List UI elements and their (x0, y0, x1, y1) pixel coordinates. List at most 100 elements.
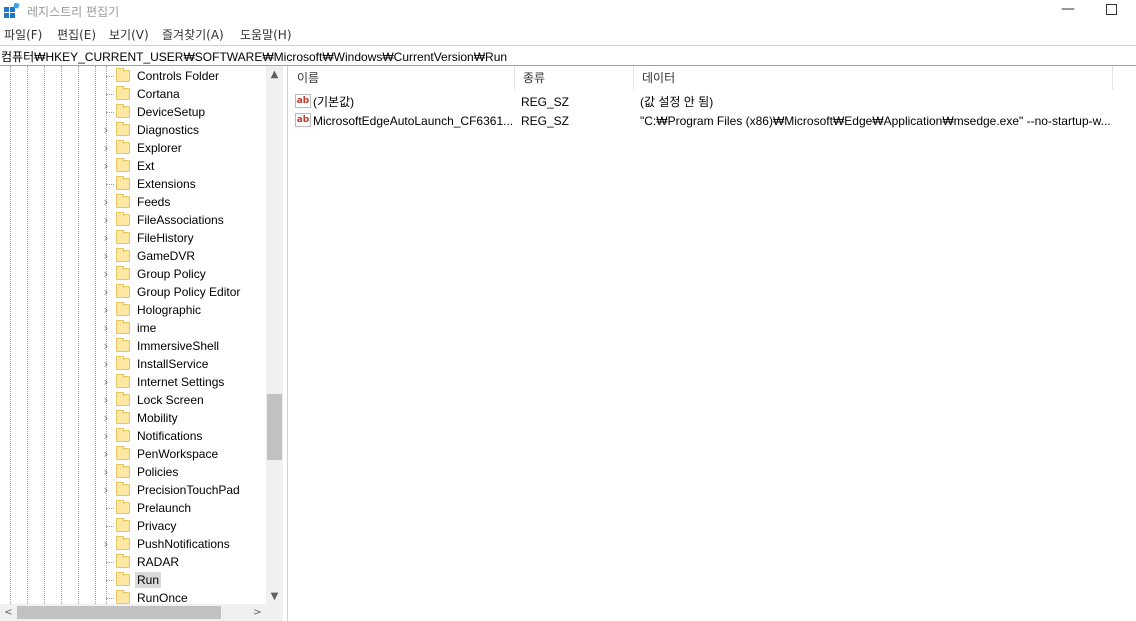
tree-item[interactable]: Privacy (100, 517, 270, 535)
tree-horizontal-scrollbar[interactable]: < > (0, 604, 266, 621)
tree-item[interactable]: › Holographic (100, 301, 270, 319)
tree-vertical-scrollbar[interactable]: ▲ ▼ (266, 66, 283, 605)
expand-chevron-icon[interactable]: › (100, 465, 112, 479)
folder-icon (116, 86, 130, 100)
expand-chevron-icon[interactable]: › (100, 267, 112, 281)
minimize-button[interactable]: — (1058, 0, 1078, 20)
horizontal-scroll-thumb[interactable] (17, 606, 221, 619)
title-bar: 레지스트리 편집기 — (0, 0, 1136, 22)
menu-view[interactable]: 보기(V) (109, 26, 149, 43)
tree-item[interactable]: › FileHistory (100, 229, 270, 247)
expand-chevron-icon[interactable]: › (100, 231, 112, 245)
expand-chevron-icon[interactable]: › (100, 141, 112, 155)
expand-chevron-icon[interactable]: › (100, 159, 112, 173)
tree-item[interactable]: › Policies (100, 463, 270, 481)
expand-chevron-icon[interactable]: › (100, 285, 112, 299)
menu-file[interactable]: 파일(F) (4, 26, 42, 43)
tree-item-label: PenWorkspace (137, 447, 219, 461)
scroll-right-icon[interactable]: > (249, 604, 266, 621)
tree-item-label: Holographic (137, 303, 202, 317)
tree-item[interactable]: › Group Policy Editor (100, 283, 270, 301)
value-list[interactable]: 이름 종류 데이터 ab (기본값) REG_SZ (값 설정 안 됨) ab Micro… (289, 66, 1136, 621)
column-header-data[interactable]: 데이터 (634, 66, 1113, 90)
expand-chevron-icon[interactable]: › (100, 483, 112, 497)
expand-chevron-icon[interactable]: › (100, 195, 112, 209)
vertical-scroll-thumb[interactable] (267, 394, 282, 460)
tree-guide-line (44, 66, 45, 606)
tree-item[interactable]: Extensions (100, 175, 270, 193)
expand-chevron-icon[interactable]: › (100, 429, 112, 443)
folder-icon (116, 536, 130, 550)
tree-item[interactable]: › Diagnostics (100, 121, 270, 139)
tree-item[interactable]: › PushNotifications (100, 535, 270, 553)
tree-guide-line (95, 66, 96, 606)
menu-help[interactable]: 도움말(H) (240, 26, 292, 43)
tree-item-label: Feeds (137, 195, 171, 209)
scroll-left-icon[interactable]: < (0, 604, 17, 621)
expand-chevron-icon[interactable]: › (100, 249, 112, 263)
tree-item-label: InstallService (137, 357, 209, 371)
column-header-name[interactable]: 이름 (289, 66, 515, 90)
tree-item[interactable]: Controls Folder (100, 67, 270, 85)
folder-icon (116, 500, 130, 514)
tree-item[interactable]: › InstallService (100, 355, 270, 373)
address-bar[interactable]: 컴퓨터₩HKEY_CURRENT_USER₩SOFTWARE₩Microsoft… (0, 45, 1136, 66)
tree-item-label: Privacy (137, 519, 177, 533)
folder-icon (116, 446, 130, 460)
tree-item[interactable]: › Feeds (100, 193, 270, 211)
tree-guide-line (61, 66, 62, 606)
tree-item[interactable]: › Internet Settings (100, 373, 270, 391)
menu-favorites[interactable]: 즐겨찾기(A) (162, 26, 224, 43)
expand-chevron-icon[interactable]: › (100, 339, 112, 353)
value-name: MicrosoftEdgeAutoLaunch_CF6361... (313, 114, 513, 128)
scroll-up-icon[interactable]: ▲ (266, 66, 283, 83)
tree-item[interactable]: Prelaunch (100, 499, 270, 517)
tree-item[interactable]: › Lock Screen (100, 391, 270, 409)
pane-splitter[interactable] (283, 66, 288, 621)
expand-chevron-icon[interactable]: › (100, 123, 112, 137)
tree-item[interactable]: › FileAssociations (100, 211, 270, 229)
expand-chevron-icon[interactable]: › (100, 393, 112, 407)
tree-item[interactable]: › ImmersiveShell (100, 337, 270, 355)
value-row[interactable]: ab MicrosoftEdgeAutoLaunch_CF6361... REG_S… (289, 111, 1136, 130)
address-path[interactable]: 컴퓨터₩HKEY_CURRENT_USER₩SOFTWARE₩Microsoft… (1, 48, 507, 65)
maximize-button[interactable] (1106, 4, 1117, 15)
value-row[interactable]: ab (기본값) REG_SZ (값 설정 안 됨) (289, 92, 1136, 111)
menu-edit[interactable]: 편집(E) (57, 26, 96, 43)
tree-item[interactable]: › Explorer (100, 139, 270, 157)
expand-chevron-icon[interactable]: › (100, 357, 112, 371)
folder-icon (116, 554, 130, 568)
tree-item-label: Run (135, 572, 162, 588)
folder-icon (116, 248, 130, 262)
expand-chevron-icon[interactable]: › (100, 411, 112, 425)
tree-item-label: ime (137, 321, 157, 335)
folder-icon (116, 176, 130, 190)
registry-editor-icon (4, 3, 20, 18)
tree-item[interactable]: › GameDVR (100, 247, 270, 265)
column-header-type[interactable]: 종류 (515, 66, 634, 90)
folder-icon (116, 518, 130, 532)
tree-item-label: PrecisionTouchPad (137, 483, 240, 497)
key-tree[interactable]: Controls Folder Cortana DeviceSetup › Diagno… (0, 66, 283, 621)
tree-item[interactable]: DeviceSetup (100, 103, 270, 121)
folder-icon (116, 428, 130, 442)
expand-chevron-icon[interactable]: › (100, 375, 112, 389)
tree-item[interactable]: › Notifications (100, 427, 270, 445)
tree-item[interactable]: › Mobility (100, 409, 270, 427)
expand-chevron-icon[interactable]: › (100, 213, 112, 227)
tree-item[interactable]: › PrecisionTouchPad (100, 481, 270, 499)
scroll-down-icon[interactable]: ▼ (266, 588, 283, 605)
tree-item[interactable]: Run (100, 571, 270, 589)
expand-chevron-icon[interactable]: › (100, 321, 112, 335)
tree-item[interactable]: › PenWorkspace (100, 445, 270, 463)
tree-item[interactable]: › Ext (100, 157, 270, 175)
tree-item-label: Explorer (137, 141, 182, 155)
tree-item[interactable]: › Group Policy (100, 265, 270, 283)
tree-item[interactable]: Cortana (100, 85, 270, 103)
expand-chevron-icon[interactable]: › (100, 537, 112, 551)
tree-item[interactable]: › ime (100, 319, 270, 337)
tree-item[interactable]: RADAR (100, 553, 270, 571)
expand-chevron-icon[interactable]: › (100, 303, 112, 317)
expand-chevron-icon[interactable]: › (100, 447, 112, 461)
tree-connector (106, 562, 114, 563)
